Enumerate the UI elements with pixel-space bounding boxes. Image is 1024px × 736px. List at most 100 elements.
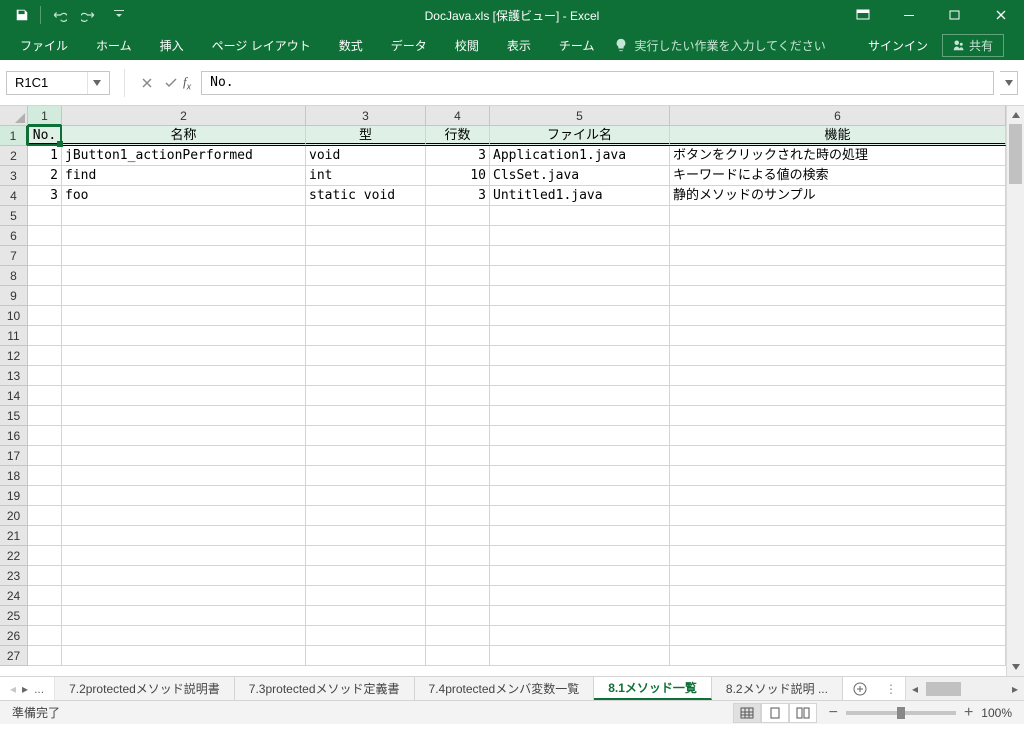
cell[interactable] bbox=[28, 526, 62, 546]
scroll-left-button[interactable]: ◂ bbox=[906, 682, 924, 696]
cell[interactable] bbox=[426, 586, 490, 606]
cell[interactable] bbox=[62, 486, 306, 506]
view-page-layout-button[interactable] bbox=[761, 703, 789, 723]
cell[interactable] bbox=[426, 466, 490, 486]
save-button[interactable] bbox=[8, 2, 36, 28]
cell[interactable] bbox=[28, 446, 62, 466]
cell[interactable] bbox=[306, 266, 426, 286]
cell[interactable] bbox=[490, 466, 670, 486]
column-header[interactable]: 6 bbox=[670, 106, 1006, 126]
cell[interactable] bbox=[490, 506, 670, 526]
name-box-dropdown[interactable] bbox=[87, 72, 105, 94]
tab-review[interactable]: 校閲 bbox=[441, 30, 493, 60]
undo-button[interactable] bbox=[45, 2, 73, 28]
zoom-out-button[interactable]: − bbox=[829, 704, 838, 722]
cell[interactable] bbox=[62, 526, 306, 546]
cell[interactable] bbox=[62, 386, 306, 406]
cell[interactable] bbox=[426, 326, 490, 346]
column-header[interactable]: 2 bbox=[62, 106, 306, 126]
tab-file[interactable]: ファイル bbox=[6, 30, 82, 60]
cell[interactable] bbox=[490, 286, 670, 306]
cell[interactable] bbox=[306, 226, 426, 246]
cell[interactable] bbox=[670, 426, 1006, 446]
cell[interactable]: 2 bbox=[28, 166, 62, 186]
cell[interactable] bbox=[62, 566, 306, 586]
cell[interactable] bbox=[670, 326, 1006, 346]
cell[interactable] bbox=[306, 626, 426, 646]
cell[interactable] bbox=[306, 506, 426, 526]
row-header[interactable]: 12 bbox=[0, 346, 28, 366]
cell[interactable] bbox=[306, 546, 426, 566]
cell[interactable] bbox=[28, 226, 62, 246]
sheet-tab[interactable]: 7.2protectedメソッド説明書 bbox=[55, 677, 235, 700]
qat-customize-button[interactable] bbox=[105, 2, 133, 28]
cell[interactable] bbox=[490, 386, 670, 406]
cell[interactable]: 3 bbox=[426, 186, 490, 206]
cell[interactable] bbox=[670, 366, 1006, 386]
cell[interactable] bbox=[62, 426, 306, 446]
cell[interactable]: 型 bbox=[306, 126, 426, 146]
cell[interactable] bbox=[306, 206, 426, 226]
cell[interactable] bbox=[670, 506, 1006, 526]
cell[interactable] bbox=[28, 266, 62, 286]
cell[interactable] bbox=[426, 386, 490, 406]
cell[interactable] bbox=[426, 606, 490, 626]
cell[interactable] bbox=[62, 326, 306, 346]
fx-label[interactable]: fx bbox=[183, 74, 201, 92]
cell[interactable] bbox=[28, 606, 62, 626]
cell[interactable] bbox=[306, 306, 426, 326]
cell[interactable] bbox=[426, 626, 490, 646]
row-header[interactable]: 2 bbox=[0, 146, 28, 166]
name-box-input[interactable] bbox=[7, 75, 87, 90]
tell-me[interactable]: 実行したい作業を入力してください bbox=[614, 37, 825, 54]
hscroll-thumb[interactable] bbox=[926, 682, 961, 696]
cell[interactable] bbox=[490, 266, 670, 286]
close-button[interactable] bbox=[978, 0, 1024, 30]
cell[interactable] bbox=[28, 406, 62, 426]
row-header[interactable]: 3 bbox=[0, 166, 28, 186]
zoom-thumb[interactable] bbox=[897, 707, 905, 719]
signin-link[interactable]: サインイン bbox=[868, 37, 928, 54]
row-header[interactable]: 11 bbox=[0, 326, 28, 346]
cell[interactable] bbox=[306, 486, 426, 506]
cell[interactable] bbox=[62, 266, 306, 286]
cell[interactable] bbox=[670, 286, 1006, 306]
cell[interactable] bbox=[306, 246, 426, 266]
row-header[interactable]: 1 bbox=[0, 126, 28, 146]
cell[interactable] bbox=[62, 506, 306, 526]
cell[interactable] bbox=[426, 206, 490, 226]
row-header[interactable]: 27 bbox=[0, 646, 28, 666]
formula-input[interactable] bbox=[202, 75, 993, 90]
minimize-button[interactable] bbox=[886, 0, 932, 30]
cell[interactable] bbox=[306, 526, 426, 546]
tab-next-button[interactable]: ▸ bbox=[22, 682, 28, 696]
cell[interactable] bbox=[490, 566, 670, 586]
cell[interactable] bbox=[306, 606, 426, 626]
sheet-tab[interactable]: 8.1メソッド一覧 bbox=[594, 677, 712, 700]
cell[interactable] bbox=[490, 366, 670, 386]
cell[interactable] bbox=[490, 426, 670, 446]
cell[interactable] bbox=[28, 646, 62, 666]
row-header[interactable]: 9 bbox=[0, 286, 28, 306]
scroll-right-button[interactable]: ▸ bbox=[1006, 682, 1024, 696]
cell[interactable] bbox=[426, 226, 490, 246]
cell[interactable] bbox=[62, 626, 306, 646]
row-header[interactable]: 10 bbox=[0, 306, 28, 326]
maximize-button[interactable] bbox=[932, 0, 978, 30]
cell[interactable] bbox=[306, 406, 426, 426]
cell[interactable] bbox=[426, 526, 490, 546]
row-header[interactable]: 7 bbox=[0, 246, 28, 266]
row-header[interactable]: 6 bbox=[0, 226, 28, 246]
cell[interactable] bbox=[28, 326, 62, 346]
ribbon-display-options-button[interactable] bbox=[840, 0, 886, 30]
cell[interactable] bbox=[28, 626, 62, 646]
cell[interactable] bbox=[306, 366, 426, 386]
tab-team[interactable]: チーム bbox=[545, 30, 609, 60]
cell[interactable] bbox=[426, 286, 490, 306]
cell[interactable] bbox=[28, 546, 62, 566]
tab-insert[interactable]: 挿入 bbox=[146, 30, 198, 60]
row-header[interactable]: 18 bbox=[0, 466, 28, 486]
cell[interactable] bbox=[62, 246, 306, 266]
cell[interactable] bbox=[490, 306, 670, 326]
tab-first-button[interactable]: ◂ bbox=[10, 682, 16, 696]
